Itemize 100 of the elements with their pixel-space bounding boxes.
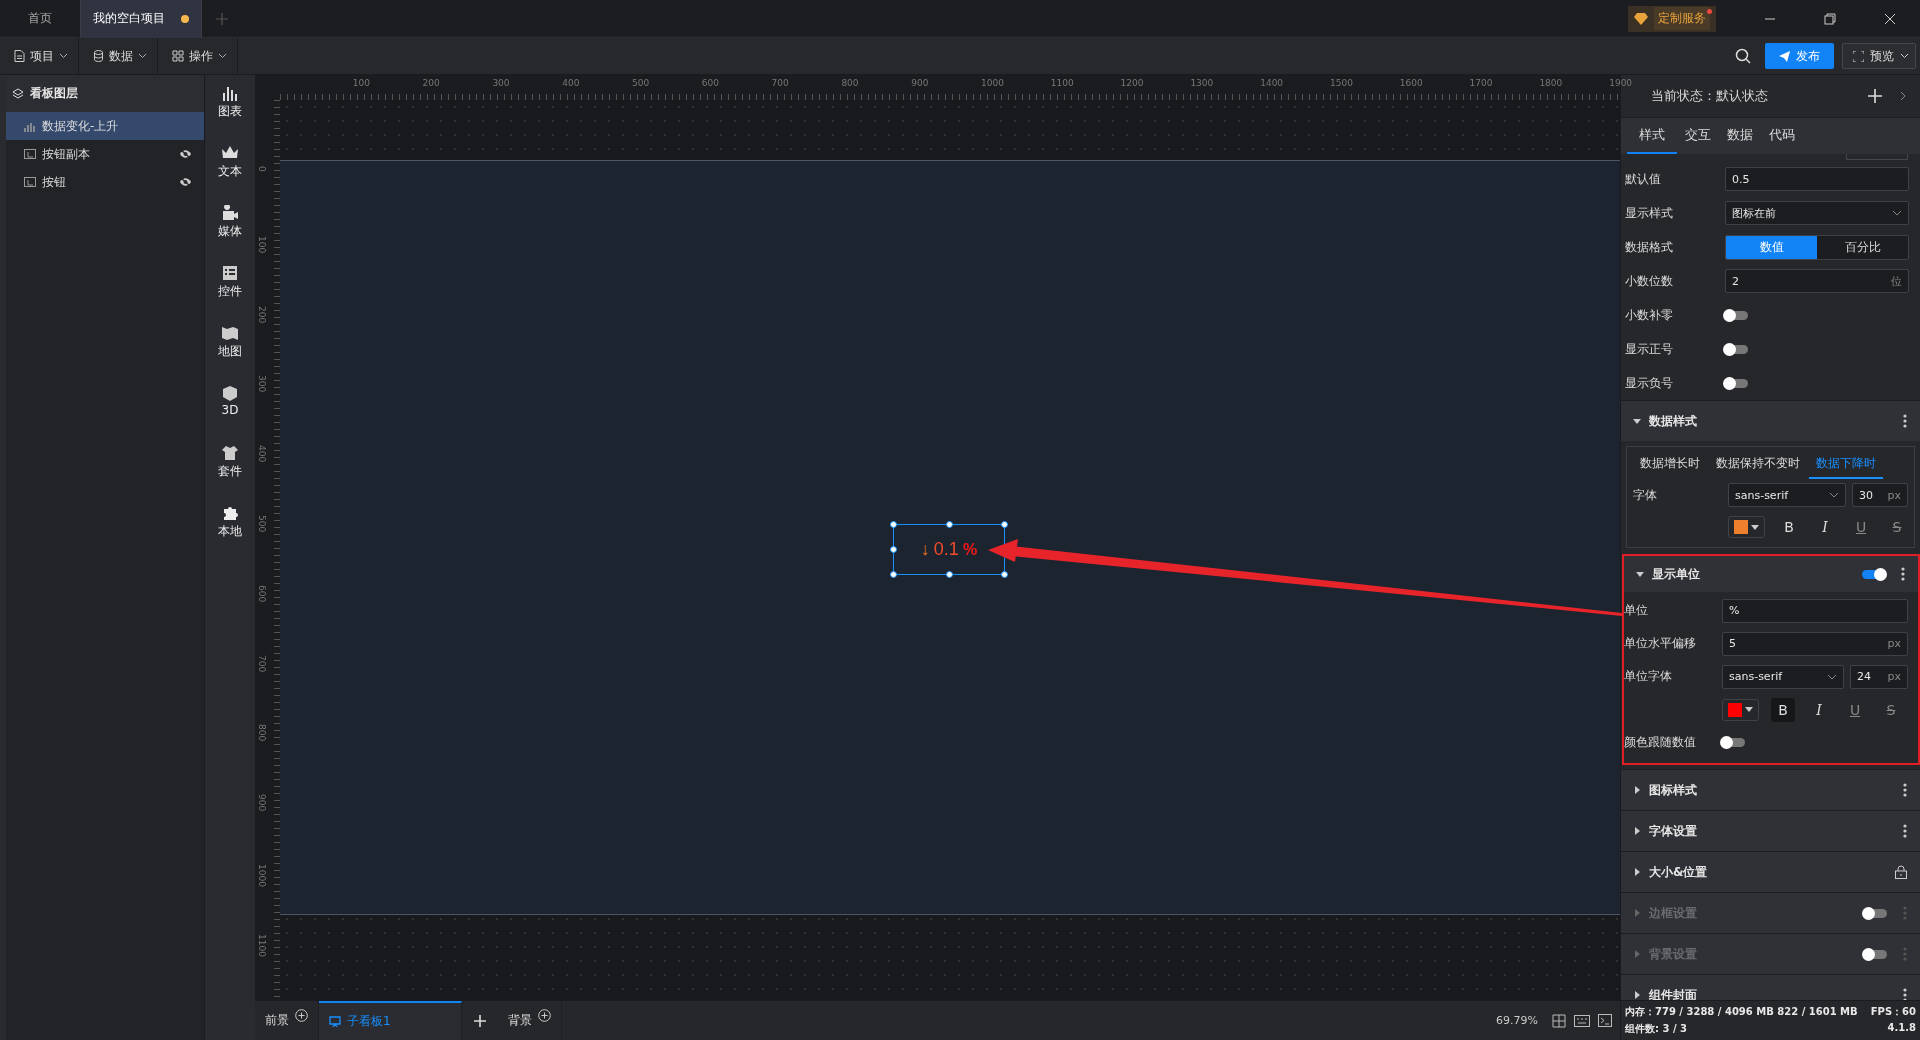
custom-service-button[interactable]: 定制服务	[1628, 5, 1716, 32]
component-count: 组件数: 3 / 3	[1625, 1022, 1687, 1037]
ruler-label: 900	[911, 78, 929, 88]
font-dropdown[interactable]: sans-serif	[1722, 664, 1844, 689]
ruler-label: 300	[257, 375, 267, 393]
layer-item[interactable]: 按钮	[6, 168, 204, 196]
layer-item[interactable]: 按钮副本	[6, 140, 204, 168]
section-header[interactable]: 组件封面	[1621, 975, 1920, 1000]
state-label: 当前状态：默认状态	[1651, 87, 1768, 105]
component-category[interactable]: 控件	[218, 265, 242, 325]
zoom-level: 69.79%	[1496, 1014, 1538, 1027]
panel-tab[interactable]: 数据	[1719, 118, 1761, 154]
layer-item[interactable]: 数据变化-上升	[6, 112, 204, 140]
format-button[interactable]: U	[1849, 515, 1873, 539]
ruler-label: 600	[257, 584, 267, 602]
ruler-label: 700	[257, 654, 267, 672]
format-button[interactable]: B	[1777, 515, 1801, 539]
ruler-label: 600	[701, 78, 719, 88]
section-header[interactable]: 字体设置	[1621, 811, 1920, 851]
document-tab[interactable]: 我的空白项目	[80, 0, 202, 38]
font-size-field[interactable]: 24 px	[1850, 664, 1908, 689]
field-label: 数据格式	[1625, 238, 1674, 256]
section-header[interactable]: 显示单位	[1624, 556, 1918, 592]
ruler-label: 1500	[1330, 78, 1353, 88]
component-category[interactable]: 地图	[218, 325, 242, 385]
ruler-label: 1900	[1609, 78, 1633, 88]
input-field[interactable]: %	[1722, 598, 1908, 623]
state-tab[interactable]: 数据保持不变时	[1709, 449, 1807, 479]
panel-tab[interactable]: 代码	[1761, 118, 1803, 154]
ruler-label: 1000	[981, 78, 1004, 88]
ruler-label: 1800	[1539, 78, 1563, 88]
ruler-label: 0	[257, 166, 267, 172]
field-label: 颜色跟随数值	[1624, 734, 1697, 751]
format-button[interactable]: S	[1885, 515, 1909, 539]
format-button[interactable]: I	[1813, 515, 1837, 539]
panel-tab[interactable]: 样式	[1627, 118, 1677, 154]
field-label: 显示正号	[1625, 340, 1674, 358]
panel-tab[interactable]: 交互	[1677, 118, 1719, 154]
input-field[interactable]: 0.5	[1725, 167, 1909, 191]
section-header[interactable]: 数据样式	[1621, 401, 1920, 441]
ruler-label: 500	[257, 515, 267, 533]
format-button[interactable]: U	[1843, 697, 1867, 722]
board-tab[interactable]: 子看板1	[319, 1001, 462, 1040]
field-label: 显示样式	[1625, 204, 1674, 222]
ruler-label: 1100	[257, 933, 267, 957]
ruler-label: 1300	[1190, 78, 1214, 88]
ruler-label: 800	[257, 724, 267, 742]
fps-counter: FPS：60	[1870, 1004, 1916, 1019]
field-label: 单位水平偏移	[1624, 635, 1697, 652]
menu-button[interactable]: 数据	[79, 37, 158, 75]
input-field[interactable]: 2 位	[1725, 269, 1909, 293]
ruler-label: 1000	[257, 864, 267, 887]
format-button[interactable]: S	[1879, 697, 1903, 722]
ruler-label: 1400	[1260, 78, 1284, 88]
component-category[interactable]: 套件	[218, 445, 242, 505]
state-tab[interactable]: 数据下降时	[1809, 449, 1883, 479]
state-tab[interactable]: 数据增长时	[1633, 449, 1707, 479]
menu-button[interactable]: 操作	[158, 37, 238, 75]
field-label: 小数位数	[1625, 272, 1674, 290]
ruler-label: 900	[257, 794, 267, 812]
version-label: 4.1.8	[1887, 1022, 1916, 1036]
segment-option[interactable]: 数值	[1726, 235, 1817, 259]
ruler-label: 400	[562, 78, 580, 88]
board-tab[interactable]: 背景	[497, 1001, 562, 1040]
ruler-label: 1200	[1120, 78, 1144, 88]
field-label: 显示负号	[1625, 374, 1674, 392]
memory-usage: 内存：779 / 3288 / 4096 MB 822 / 1601 MB	[1625, 1004, 1858, 1019]
ruler-label: 500	[632, 78, 650, 88]
dropdown[interactable]: 图标在前	[1725, 201, 1909, 225]
layers-header: 看板图层	[6, 75, 204, 112]
publish-button[interactable]: 发布	[1765, 43, 1834, 69]
ruler-label: 1600	[1399, 78, 1423, 88]
format-button[interactable]: B	[1771, 697, 1795, 722]
ruler-label: 200	[422, 78, 440, 88]
preview-button[interactable]: 预览	[1842, 43, 1916, 69]
menu-button[interactable]: 项目	[0, 37, 79, 75]
font-dropdown[interactable]: sans-serif	[1728, 483, 1846, 507]
ruler-label: 800	[841, 78, 859, 88]
section-header[interactable]: 图标样式	[1621, 770, 1920, 810]
field-label: 单位	[1624, 602, 1649, 619]
field-label: 小数补零	[1625, 306, 1674, 324]
component-category[interactable]: 图表	[218, 85, 242, 145]
ruler-label: 1100	[1050, 78, 1074, 88]
field-label: 字体	[1633, 486, 1658, 504]
component-category[interactable]: 本地	[218, 505, 242, 565]
document-tab[interactable]: 首页	[0, 0, 80, 38]
format-button[interactable]: I	[1807, 697, 1831, 722]
font-size-field[interactable]: 30 px	[1852, 483, 1908, 507]
field-label: 默认值	[1625, 170, 1662, 188]
input-field[interactable]: 5 px	[1722, 631, 1908, 656]
ruler-label: 300	[492, 78, 510, 88]
ruler-label: 400	[257, 445, 267, 463]
ruler-label: 200	[257, 305, 267, 323]
component-category[interactable]: 媒体	[218, 205, 242, 265]
component-category[interactable]: 文本	[218, 145, 242, 205]
ruler-label: 100	[257, 235, 267, 253]
segment-option[interactable]: 百分比	[1817, 235, 1908, 259]
section-header[interactable]: 大小&位置	[1621, 852, 1920, 892]
field-label: 单位字体	[1624, 668, 1673, 685]
component-category[interactable]: 3D	[221, 385, 239, 445]
